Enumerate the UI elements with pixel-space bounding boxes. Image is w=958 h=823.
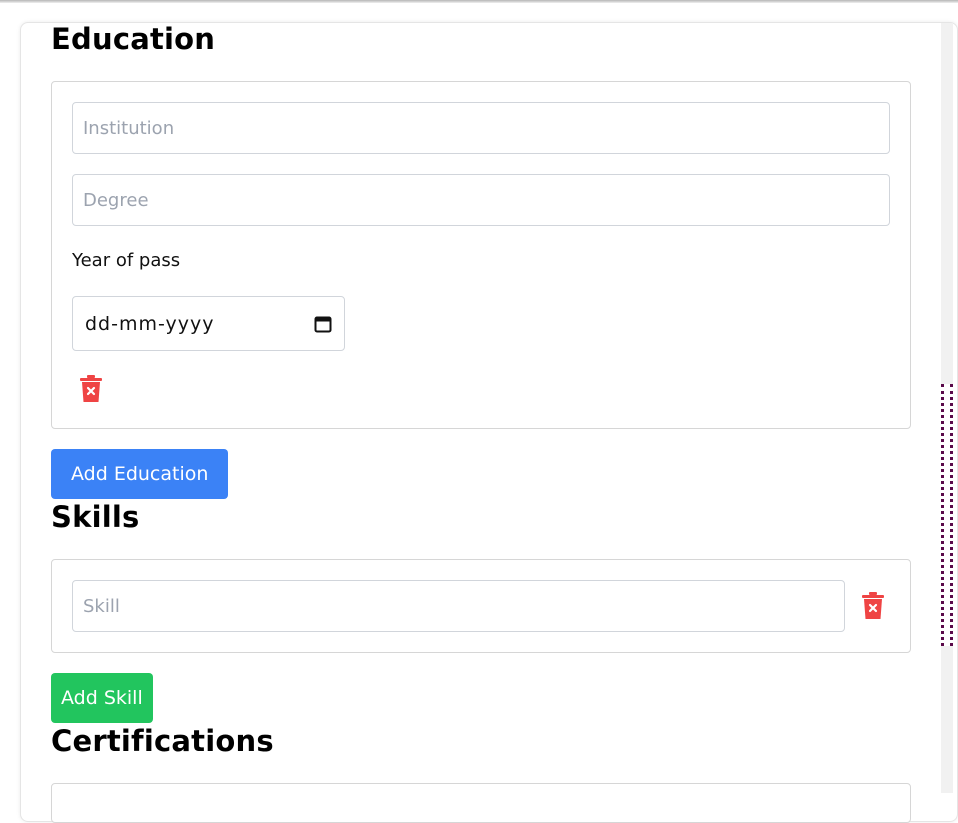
skills-heading: Skills (51, 500, 140, 534)
skill-input[interactable] (72, 580, 845, 632)
year-of-pass-label: Year of pass (72, 250, 181, 271)
degree-input[interactable] (72, 174, 890, 226)
add-skill-button[interactable]: Add Skill (51, 673, 153, 723)
delete-education-trash-icon[interactable] (80, 375, 102, 403)
delete-skill-trash-icon[interactable] (862, 592, 884, 620)
calendar-icon[interactable] (314, 315, 332, 333)
window-top-edge (0, 0, 958, 3)
scrollbar-thumb[interactable] (941, 384, 953, 646)
certification-entry (51, 783, 911, 823)
education-heading: Education (51, 22, 216, 56)
add-education-button[interactable]: Add Education (51, 449, 229, 499)
certifications-heading: Certifications (51, 724, 274, 758)
institution-input[interactable] (72, 102, 890, 154)
date-placeholder: dd-mm-yyyy (85, 312, 215, 335)
year-of-pass-date-input[interactable]: dd-mm-yyyy (72, 296, 345, 351)
